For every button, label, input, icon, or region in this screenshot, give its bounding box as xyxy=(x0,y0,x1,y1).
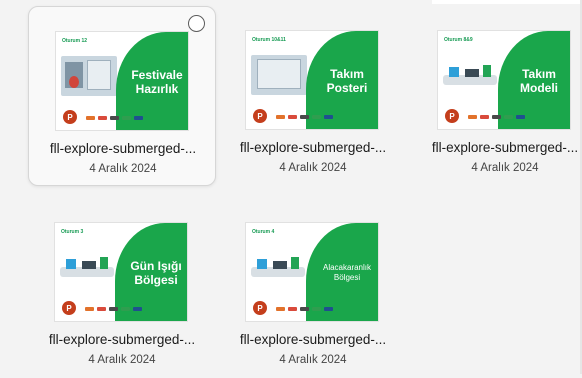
file-thumbnail[interactable]: Oturum 12 Festivale Hazırlık P xyxy=(55,31,189,131)
slide-session-tag: Oturum 12 xyxy=(62,38,88,44)
file-tile-4[interactable]: Oturum 3 Gün Işığı Bölgesi P fll-explore… xyxy=(28,198,216,378)
file-name[interactable]: fll-explore-submerged-... xyxy=(411,140,582,155)
file-thumbnail[interactable]: Oturum 4 Alacakaranlık Bölgesi P xyxy=(245,222,379,322)
powerpoint-icon: P xyxy=(445,109,459,123)
slide-title: Festivale Hazırlık xyxy=(131,68,182,96)
powerpoint-icon: P xyxy=(62,301,76,315)
slide-photo xyxy=(61,56,117,96)
powerpoint-icon: P xyxy=(253,301,267,315)
slide-title-line2: Modeli xyxy=(520,81,558,95)
sponsor-logos xyxy=(468,115,525,119)
file-grid: Oturum 12 Festivale Hazırlık P fll-explo… xyxy=(0,0,582,374)
slide-photo xyxy=(251,55,307,95)
file-name[interactable]: fll-explore-submerged-... xyxy=(28,332,216,347)
sponsor-logos xyxy=(86,116,143,120)
slide-model-image xyxy=(60,255,118,285)
slide-title-line1: Festivale xyxy=(131,68,183,82)
file-date: 4 Aralık 2024 xyxy=(279,162,347,174)
sponsor-logos xyxy=(276,115,333,119)
slide-title-line1: Gün Işığı xyxy=(130,259,182,273)
slide-title: Takım Modeli xyxy=(520,67,558,95)
file-tile-5[interactable]: Oturum 4 Alacakaranlık Bölgesi P fll-exp… xyxy=(219,198,407,378)
file-tile-3[interactable]: Oturum 8&9 Takım Modeli P fll-explore-su… xyxy=(411,6,582,186)
powerpoint-icon: P xyxy=(253,109,267,123)
file-date: 4 Aralık 2024 xyxy=(89,163,157,175)
slide-session-tag: Oturum 4 xyxy=(252,229,275,235)
slide-title-line2: Hazırlık xyxy=(135,82,179,96)
file-name[interactable]: fll-explore-submerged-... xyxy=(29,141,217,156)
slide-model-image xyxy=(443,63,501,93)
slide-title-line2: Posteri xyxy=(326,81,368,95)
powerpoint-icon: P xyxy=(63,110,77,124)
file-name[interactable]: fll-explore-submerged-... xyxy=(219,140,407,155)
slide-session-tag: Oturum 10&11 xyxy=(252,37,286,43)
select-circle-icon[interactable] xyxy=(188,15,205,32)
slide-session-tag: Oturum 8&9 xyxy=(444,37,473,43)
slide-model-image xyxy=(251,255,309,285)
sponsor-logos xyxy=(85,307,142,311)
file-tile-2[interactable]: Oturum 10&11 Takım Posteri P fll-explore… xyxy=(219,6,407,186)
slide-title: Takım Posteri xyxy=(327,67,368,95)
file-thumbnail[interactable]: Oturum 10&11 Takım Posteri P xyxy=(245,30,379,130)
file-date: 4 Aralık 2024 xyxy=(471,162,539,174)
file-date: 4 Aralık 2024 xyxy=(279,354,347,366)
file-thumbnail[interactable]: Oturum 3 Gün Işığı Bölgesi P xyxy=(54,222,188,322)
sponsor-logos xyxy=(276,307,333,311)
slide-session-tag: Oturum 3 xyxy=(61,229,84,235)
slide-title-line1: Alacakaranlık xyxy=(322,263,372,272)
file-date: 4 Aralık 2024 xyxy=(88,354,156,366)
slide-title-line2: Bölgesi xyxy=(333,273,361,282)
slide-title-line2: Bölgesi xyxy=(134,273,178,287)
slide-title: Alacakaranlık Bölgesi xyxy=(323,263,371,283)
slide-title: Gün Işığı Bölgesi xyxy=(130,259,181,287)
file-tile-1[interactable]: Oturum 12 Festivale Hazırlık P fll-explo… xyxy=(28,6,216,186)
slide-title-line1: Takım xyxy=(330,67,364,81)
slide-title-line1: Takım xyxy=(522,67,556,81)
file-thumbnail[interactable]: Oturum 8&9 Takım Modeli P xyxy=(437,30,571,130)
file-name[interactable]: fll-explore-submerged-... xyxy=(219,332,407,347)
